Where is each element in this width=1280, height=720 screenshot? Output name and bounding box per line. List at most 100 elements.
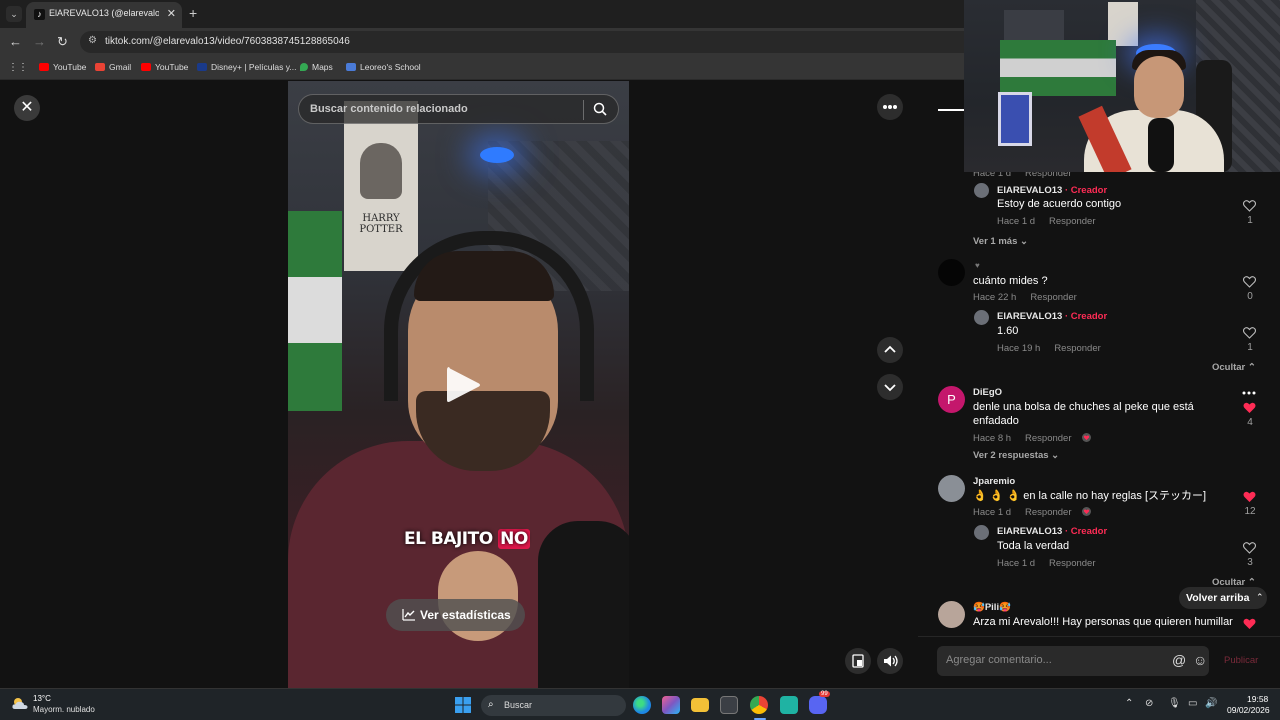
heart-filled-icon[interactable] — [1243, 618, 1256, 630]
edge-icon[interactable] — [633, 696, 651, 714]
comment-input[interactable]: Agregar comentario... @ ☺ — [937, 646, 1209, 676]
related-search-box[interactable]: Buscar contenido relacionado — [298, 94, 619, 124]
view-stats-button[interactable]: Ver estadísticas — [386, 599, 525, 631]
reply-button[interactable]: Responder — [1049, 216, 1095, 227]
double-chevron-up-icon: ⌃ — [1256, 592, 1264, 602]
tray-chevron-up-icon[interactable]: ⌃ — [1125, 698, 1133, 709]
tab-close-icon[interactable]: ✕ — [167, 7, 176, 20]
more-options-button[interactable] — [877, 94, 903, 120]
video-microphone — [538, 521, 629, 688]
copilot-icon[interactable] — [662, 696, 680, 714]
windows-taskbar: 13°C Mayorm. nublado ⌕ Buscar 99 ⌃ ⊘ 🎙 ▭… — [0, 688, 1280, 720]
view-replies-button[interactable]: Ver 2 respuestas ⌄ — [973, 450, 1059, 461]
heart-filled-icon[interactable] — [1243, 402, 1256, 414]
forward-button[interactable]: → — [33, 34, 46, 49]
view-more-replies-button[interactable]: Ver 1 más ⌄ — [973, 236, 1028, 247]
close-video-button[interactable]: ✕ — [14, 95, 40, 121]
comment-text: Arza mi Arevalo!!! Hay personas que quie… — [973, 616, 1233, 628]
new-tab-button[interactable]: + — [189, 5, 197, 21]
emoji-icon[interactable]: ☺ — [1193, 652, 1207, 668]
taskbar-search[interactable]: ⌕ Buscar — [481, 695, 626, 716]
avatar[interactable] — [938, 601, 965, 628]
heart-outline-icon[interactable] — [1243, 327, 1256, 339]
picture-in-picture-button[interactable] — [845, 648, 871, 674]
back-to-top-button[interactable]: Volver arriba ⌃ — [1179, 587, 1267, 609]
comment-author[interactable]: Jparemio — [973, 476, 1015, 487]
bookmark-maps[interactable]: Maps — [300, 62, 333, 72]
reply-button[interactable]: Responder — [1025, 433, 1071, 444]
previous-video-button[interactable] — [877, 337, 903, 363]
tab-search-dropdown-icon[interactable]: ⌄ — [6, 6, 22, 22]
comment-meta: Hace 8 h Responder — [973, 433, 1091, 444]
avatar[interactable] — [974, 183, 989, 198]
creator-liked-icon — [1081, 507, 1091, 516]
comment-more-icon[interactable] — [1242, 390, 1256, 396]
chevron-down-icon: ⌄ — [1051, 450, 1060, 461]
url-field[interactable]: ⚙ tiktok.com/@elarevalo13/video/76038387… — [80, 31, 980, 53]
cloudy-weather-icon[interactable] — [11, 696, 29, 710]
avatar[interactable] — [938, 475, 965, 502]
apps-icon[interactable]: ⋮⋮ — [8, 62, 28, 73]
webcam-overlay — [964, 0, 1280, 172]
like-count: 12 — [1244, 506, 1256, 517]
avatar[interactable] — [974, 525, 989, 540]
heart-outline-icon[interactable] — [1243, 542, 1256, 554]
comment-author-hidden[interactable]: ♥ — [975, 261, 980, 270]
heart-outline-icon[interactable] — [1243, 276, 1256, 288]
weather-temp: 13°C — [33, 694, 51, 703]
hide-replies-button[interactable]: Ocultar ⌃ — [1212, 362, 1256, 373]
heart-outline-icon[interactable] — [1243, 200, 1256, 212]
play-icon[interactable] — [443, 363, 483, 407]
reply-button[interactable]: Responder — [1049, 558, 1095, 569]
comment-author[interactable]: ElAREVALO13 · Creador — [997, 526, 1107, 537]
reload-button[interactable]: ↻ — [57, 34, 68, 50]
discord-icon[interactable]: 99 — [809, 691, 830, 714]
avatar[interactable]: P — [938, 386, 965, 413]
publish-button[interactable]: Publicar — [1224, 655, 1258, 666]
whatsapp-icon[interactable] — [780, 696, 798, 714]
heart-filled-icon[interactable] — [1243, 491, 1256, 503]
reply-button[interactable]: Responder — [1054, 343, 1100, 354]
volume-button[interactable] — [877, 648, 903, 674]
file-explorer-icon[interactable] — [691, 698, 709, 712]
comment-author[interactable]: ElAREVALO13 · Creador — [997, 311, 1107, 322]
clock-time[interactable]: 19:58 — [1247, 694, 1268, 704]
chevron-down-icon: ⌄ — [1020, 236, 1028, 247]
microphone-icon[interactable]: 🎙 — [1168, 698, 1181, 709]
comment-author[interactable]: DiEgO — [973, 387, 1002, 398]
bookmark-youtube-2[interactable]: YouTube — [141, 62, 188, 72]
clock-date[interactable]: 09/02/2026 — [1227, 705, 1270, 715]
site-info-icon[interactable]: ⚙ — [88, 35, 97, 46]
avatar[interactable] — [974, 310, 989, 325]
speaker-icon[interactable]: 🔊 — [1205, 698, 1217, 709]
comment-text: denle una bolsa de chuches al peke que e… — [973, 401, 1194, 413]
comments-tab-indicator — [938, 109, 966, 111]
tiktok-video-page: ✕ HARRY POTTER Buscar contenido relacion… — [0, 81, 1280, 688]
bookmark-school[interactable]: Leoreo's School — [346, 62, 421, 72]
browser-tab[interactable]: ♪ ElAREVALO13 (@elarevalo13) | ✕ — [26, 2, 182, 28]
webcam-person — [1134, 56, 1184, 118]
comment-text: 1.60 — [997, 325, 1019, 337]
reply-button[interactable]: Responder — [1025, 507, 1071, 518]
display-icon[interactable]: ▭ — [1188, 698, 1197, 709]
comment-author[interactable]: 🥵Pili🥵 — [973, 602, 1011, 613]
windows-start-icon[interactable] — [454, 696, 472, 714]
url-text[interactable]: tiktok.com/@elarevalo13/video/7603838745… — [105, 36, 350, 47]
chart-line-icon — [402, 609, 415, 621]
comment-author[interactable]: ElAREVALO13 · Creador — [997, 185, 1107, 196]
back-button[interactable]: ← — [9, 34, 22, 49]
bookmark-disney[interactable]: Disney+ | Películas y... — [197, 62, 296, 72]
search-input[interactable]: Buscar contenido relacionado — [310, 103, 468, 115]
avatar[interactable] — [938, 259, 965, 286]
chrome-icon[interactable] — [750, 696, 768, 714]
store-icon[interactable] — [720, 696, 738, 714]
network-off-icon[interactable]: ⊘ — [1145, 698, 1153, 709]
bookmark-gmail[interactable]: Gmail — [95, 62, 131, 72]
bookmark-youtube[interactable]: YouTube — [39, 62, 86, 72]
mention-icon[interactable]: @ — [1172, 652, 1186, 668]
next-video-button[interactable] — [877, 374, 903, 400]
creator-liked-icon — [1081, 433, 1091, 442]
search-icon[interactable] — [593, 102, 607, 116]
comment-meta: Hace 1 d Responder — [997, 558, 1096, 569]
reply-button[interactable]: Responder — [1030, 292, 1076, 303]
